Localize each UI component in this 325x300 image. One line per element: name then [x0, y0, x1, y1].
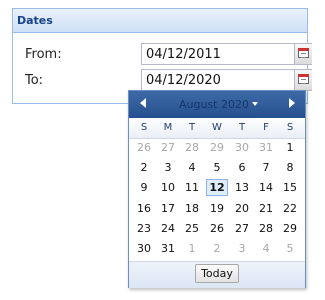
next-month-icon[interactable]	[289, 98, 295, 108]
weekday-friday: F	[263, 122, 269, 133]
month-year-button[interactable]: August 2020	[173, 96, 265, 113]
day-cell[interactable]: 27	[231, 220, 253, 237]
day-cell[interactable]: 14	[255, 179, 277, 196]
calendar-icon	[298, 74, 309, 84]
month-year-label: August 2020	[179, 98, 249, 111]
day-cell[interactable]: 19	[206, 200, 228, 217]
day-cell[interactable]: 28	[255, 220, 277, 237]
day-cell[interactable]: 3	[157, 159, 179, 176]
day-cell[interactable]: 3	[231, 240, 253, 257]
chevron-down-icon	[252, 102, 258, 106]
day-cell[interactable]: 31	[255, 139, 277, 156]
day-cell[interactable]: 10	[157, 179, 179, 196]
day-cell[interactable]: 9	[133, 179, 155, 196]
day-cell[interactable]: 6	[231, 159, 253, 176]
day-cell[interactable]: 20	[231, 200, 253, 217]
day-cell[interactable]: 18	[181, 200, 203, 217]
day-cell[interactable]: 15	[279, 179, 301, 196]
day-cell[interactable]: 29	[206, 139, 228, 156]
day-cell[interactable]: 8	[279, 159, 301, 176]
day-cell[interactable]: 30	[133, 240, 155, 257]
date-picker: August 2020 S M T W T F S 26 27 28 29 30 31 1 2…	[128, 90, 306, 288]
weekday-header: S M T W T F S	[129, 118, 305, 139]
weekday-wednesday: W	[212, 122, 222, 133]
from-date-input[interactable]	[141, 43, 312, 65]
date-picker-footer: Today	[129, 261, 305, 288]
prev-month-icon[interactable]	[140, 98, 146, 108]
from-label: From:	[25, 47, 62, 62]
day-cell[interactable]: 17	[157, 200, 179, 217]
calendar-icon	[298, 48, 309, 58]
weekday-sunday: S	[140, 122, 148, 133]
day-cell[interactable]: 26	[133, 139, 155, 156]
day-cell[interactable]: 23	[133, 220, 155, 237]
date-picker-header: August 2020	[129, 91, 305, 118]
weekday-saturday: S	[286, 122, 294, 133]
day-cell[interactable]: 28	[181, 139, 203, 156]
to-date-trigger[interactable]	[294, 70, 312, 90]
day-cell[interactable]: 4	[255, 240, 277, 257]
day-grid: 26 27 28 29 30 31 1 2 3 4 5 6 7 8 9 10 11 12 13 14 15 16 17 18 1…	[129, 139, 305, 261]
day-cell[interactable]: 25	[181, 220, 203, 237]
from-date-trigger[interactable]	[294, 44, 312, 64]
to-label: To:	[25, 73, 44, 88]
day-cell[interactable]: 13	[231, 179, 253, 196]
day-cell[interactable]: 11	[181, 179, 203, 196]
weekday-thursday: T	[238, 122, 246, 133]
weekday-monday: M	[163, 122, 173, 133]
day-cell[interactable]: 26	[206, 220, 228, 237]
day-cell[interactable]: 29	[279, 220, 301, 237]
day-cell[interactable]: 5	[206, 159, 228, 176]
day-cell[interactable]: 31	[157, 240, 179, 257]
day-cell[interactable]: 1	[279, 139, 301, 156]
day-cell[interactable]: 2	[206, 240, 228, 257]
weekday-tuesday: T	[188, 122, 196, 133]
day-cell[interactable]: 5	[279, 240, 301, 257]
day-cell[interactable]: 21	[255, 200, 277, 217]
day-cell[interactable]: 12	[206, 179, 228, 196]
day-cell[interactable]: 2	[133, 159, 155, 176]
day-cell[interactable]: 7	[255, 159, 277, 176]
fieldset-title: Dates	[13, 9, 307, 33]
day-cell[interactable]: 30	[231, 139, 253, 156]
day-cell[interactable]: 24	[157, 220, 179, 237]
day-cell[interactable]: 27	[157, 139, 179, 156]
day-cell[interactable]: 4	[181, 159, 203, 176]
today-button[interactable]: Today	[195, 264, 239, 283]
to-date-input[interactable]	[141, 69, 312, 91]
day-cell[interactable]: 1	[181, 240, 203, 257]
day-cell[interactable]: 22	[279, 200, 301, 217]
day-cell[interactable]: 16	[133, 200, 155, 217]
